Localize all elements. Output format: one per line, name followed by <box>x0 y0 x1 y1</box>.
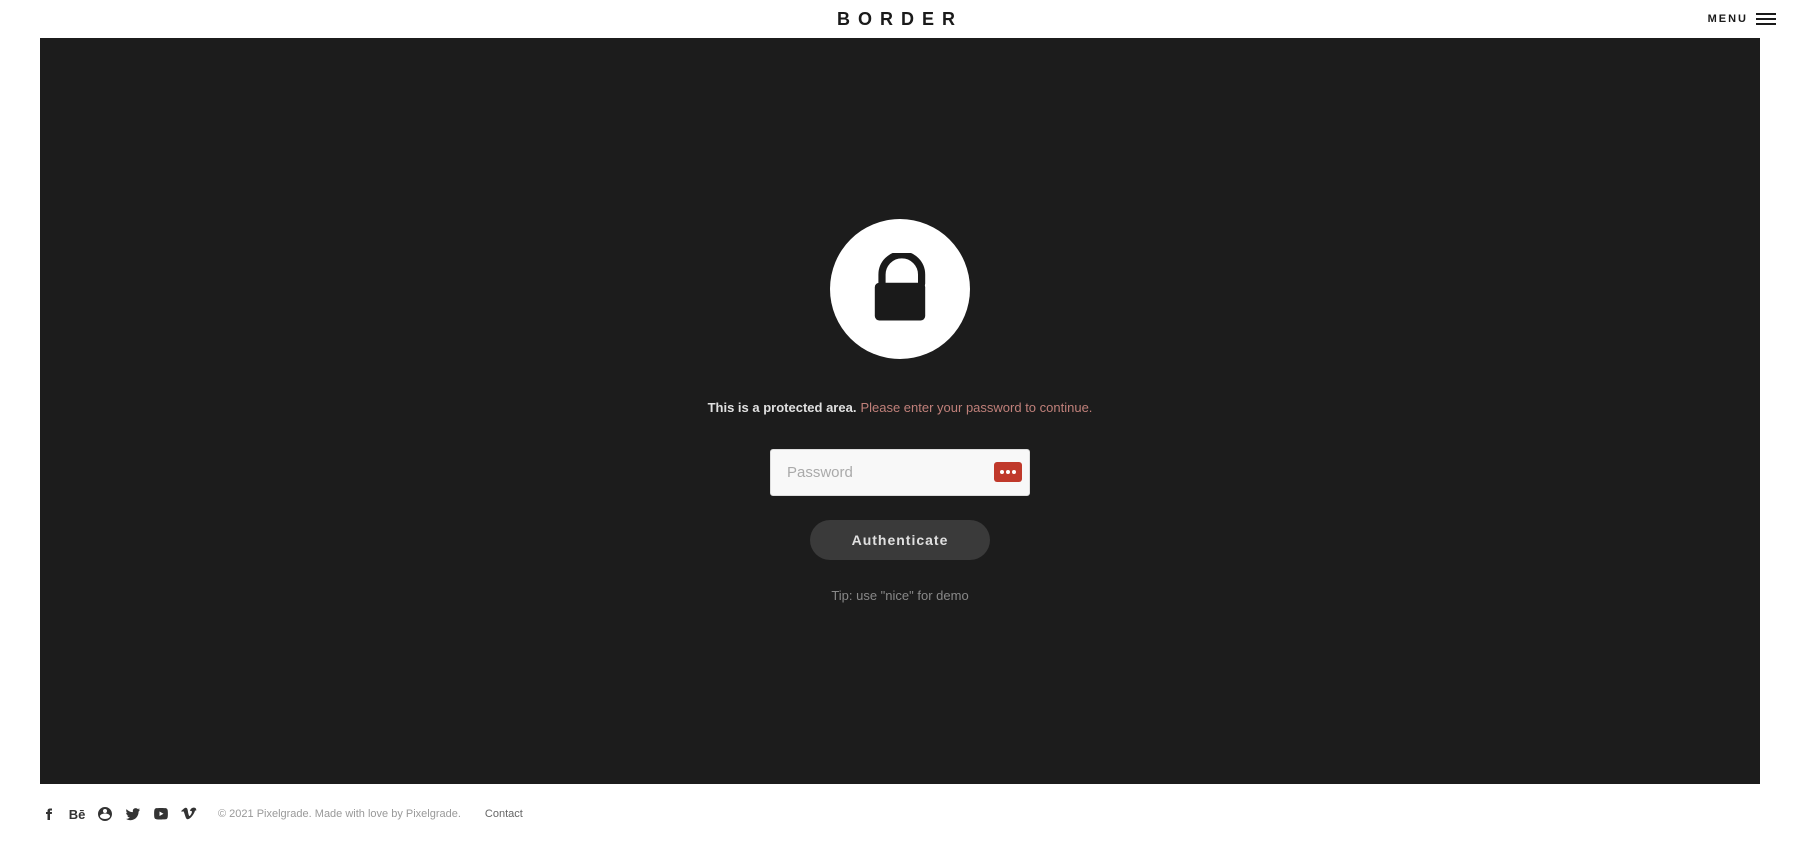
site-logo[interactable]: BORDER <box>837 9 963 30</box>
description: This is a protected area. Please enter y… <box>708 395 1093 421</box>
footer: Bē © 2021 Pixelgrade. Made with love by … <box>0 784 1800 844</box>
tip-text: Tip: use "nice" for demo <box>831 588 968 603</box>
lock-icon <box>866 253 934 325</box>
footer-contact[interactable]: Contact <box>485 808 523 820</box>
protected-area: This is a protected area. Please enter y… <box>40 38 1760 784</box>
lock-circle <box>830 219 970 359</box>
password-input[interactable] <box>770 449 1030 496</box>
menu-button[interactable]: MENU <box>1708 13 1776 25</box>
hamburger-icon <box>1756 13 1776 25</box>
password-toggle-button[interactable] <box>994 462 1022 482</box>
header: BORDER MENU <box>0 0 1800 38</box>
behance-icon[interactable]: Bē <box>68 805 86 823</box>
menu-label: MENU <box>1708 13 1748 25</box>
description-normal: Please enter your password to continue. <box>860 400 1092 415</box>
dots-icon <box>1000 470 1016 474</box>
password-container <box>770 449 1030 496</box>
twitter-icon[interactable] <box>124 805 142 823</box>
authenticate-button[interactable]: Authenticate <box>810 520 990 560</box>
description-bold: This is a protected area. <box>708 400 857 415</box>
youtube-icon[interactable] <box>152 805 170 823</box>
footer-copyright: © 2021 Pixelgrade. Made with love by Pix… <box>218 808 461 820</box>
facebook-icon[interactable] <box>40 805 58 823</box>
social-icons: Bē <box>40 805 198 823</box>
custom-icon[interactable] <box>96 805 114 823</box>
vimeo-icon[interactable] <box>180 805 198 823</box>
